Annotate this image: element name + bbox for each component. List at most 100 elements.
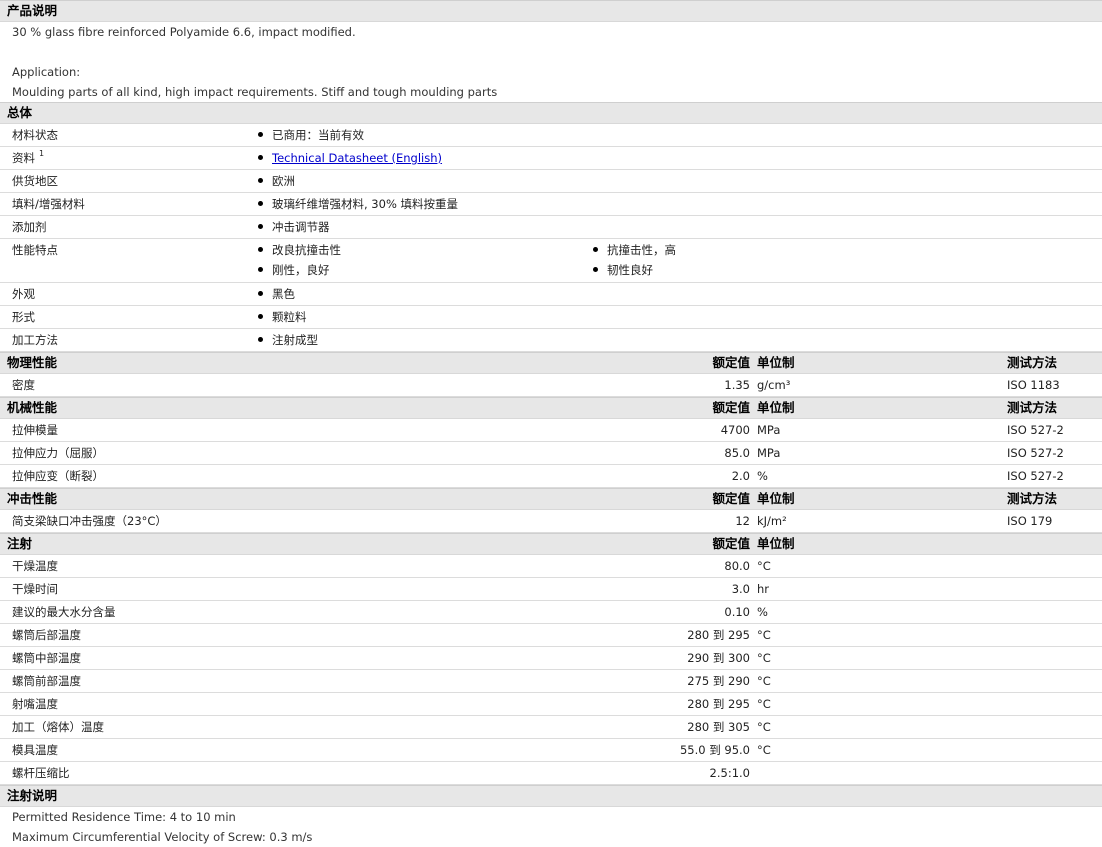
row-value: 1.35: [724, 378, 750, 392]
row-value: 275 到 290: [687, 674, 750, 688]
row-label: 性能特点: [12, 243, 58, 257]
row-unit: hr: [757, 582, 770, 596]
row-label: 拉伸应力（屈服）: [12, 446, 104, 460]
row-label: 材料状态: [12, 128, 58, 142]
row-value: 280 到 305: [687, 720, 750, 734]
table-row: 密度 1.35 g/cm³ ISO 1183: [0, 374, 1102, 397]
row-method: ISO 527-2: [1007, 446, 1064, 460]
row-label: 螺筒前部温度: [12, 674, 81, 688]
row-label: 模具温度: [12, 743, 58, 757]
row-value: 冲击调节器: [272, 220, 330, 234]
row-value: 欧洲: [272, 174, 295, 188]
row-unit: °C: [757, 697, 771, 711]
note-line: Maximum Circumferential Velocity of Scre…: [12, 830, 313, 844]
bullet-icon: [258, 224, 263, 229]
section-title: 冲击性能: [7, 491, 58, 506]
table-row: 射嘴温度 280 到 295 °C: [0, 693, 1102, 716]
row-value: 黑色: [272, 287, 295, 301]
row-value: 12: [735, 514, 750, 528]
row-unit: g/cm³: [757, 378, 791, 392]
section-header-physical: 物理性能 额定值 单位制 测试方法: [0, 352, 1102, 374]
col-header-unit: 单位制: [757, 355, 795, 370]
col-header-value: 额定值: [712, 355, 750, 370]
application-text: Moulding parts of all kind, high impact …: [12, 85, 498, 99]
row-unit: °C: [757, 743, 771, 757]
col-header-method: 测试方法: [1007, 491, 1058, 506]
bullet-icon: [258, 155, 263, 160]
col-header-unit: 单位制: [757, 400, 795, 415]
table-row: 干燥温度 80.0 °C: [0, 555, 1102, 578]
row-label: 外观: [12, 287, 35, 301]
section-header-impact: 冲击性能 额定值 单位制 测试方法: [0, 488, 1102, 510]
row-label: 干燥温度: [12, 559, 58, 573]
table-row: 拉伸应变（断裂） 2.0 % ISO 527-2: [0, 465, 1102, 488]
row-unit: °C: [757, 674, 771, 688]
table-row: 供货地区 欧洲: [0, 170, 1102, 193]
bullet-icon: [258, 178, 263, 183]
table-row: 加工方法 注射成型: [0, 329, 1102, 352]
bullet-icon: [593, 247, 598, 252]
bullet-icon: [258, 291, 263, 296]
col-header-method: 测试方法: [1007, 400, 1058, 415]
row-unit: %: [757, 469, 768, 483]
table-row: 填料/增强材料 玻璃纤维增强材料, 30% 填料按重量: [0, 193, 1102, 216]
row-label: 资料: [12, 151, 35, 165]
row-unit: kJ/m²: [757, 514, 787, 528]
row-label: 拉伸模量: [12, 423, 58, 437]
product-description: 30 % glass fibre reinforced Polyamide 6.…: [0, 22, 1102, 102]
col-header-method: 测试方法: [1007, 355, 1058, 370]
row-value: 韧性良好: [607, 263, 653, 277]
row-value: 颗粒料: [272, 310, 307, 324]
row-label: 供货地区: [12, 174, 58, 188]
table-row: 螺杆压缩比 2.5:1.0: [0, 762, 1102, 785]
row-label: 建议的最大水分含量: [12, 605, 116, 619]
bullet-icon: [258, 247, 263, 252]
table-row: 材料状态 已商用：当前有效: [0, 124, 1102, 147]
table-row: 螺筒中部温度 290 到 300 °C: [0, 647, 1102, 670]
row-unit: MPa: [757, 423, 781, 437]
table-row: 螺筒前部温度 275 到 290 °C: [0, 670, 1102, 693]
row-label: 加工（熔体）温度: [12, 720, 104, 734]
row-label: 螺杆压缩比: [12, 766, 70, 780]
row-value: 85.0: [724, 446, 750, 460]
bullet-icon: [258, 267, 263, 272]
row-label: 螺筒中部温度: [12, 651, 81, 665]
table-row: 加工（熔体）温度 280 到 305 °C: [0, 716, 1102, 739]
row-label: 简支梁缺口冲击强度（23°C）: [12, 514, 167, 528]
section-title: 注射说明: [7, 788, 58, 803]
section-title: 注射: [7, 536, 33, 551]
section-title: 机械性能: [7, 400, 58, 415]
row-value: 280 到 295: [687, 697, 750, 711]
table-row: 拉伸应力（屈服） 85.0 MPa ISO 527-2: [0, 442, 1102, 465]
section-title: 物理性能: [7, 355, 58, 370]
desc-line: 30 % glass fibre reinforced Polyamide 6.…: [12, 25, 356, 39]
row-method: ISO 527-2: [1007, 423, 1064, 437]
row-value: 80.0: [724, 559, 750, 573]
row-value: 0.10: [724, 605, 750, 619]
row-value: 已商用：当前有效: [272, 128, 364, 142]
table-row: 性能特点 改良抗撞击性 抗撞击性，高 刚性，良好 韧性良好: [0, 239, 1102, 283]
bullet-icon: [593, 267, 598, 272]
datasheet-link[interactable]: Technical Datasheet (English): [272, 151, 442, 165]
datasheet: 产品说明 30 % glass fibre reinforced Polyami…: [0, 0, 1102, 847]
col-header-value: 额定值: [712, 536, 750, 551]
section-header-product-desc: 产品说明: [0, 0, 1102, 22]
row-label: 螺筒后部温度: [12, 628, 81, 642]
row-value: 玻璃纤维增强材料, 30% 填料按重量: [272, 197, 459, 211]
table-row: 干燥时间 3.0 hr: [0, 578, 1102, 601]
table-row: 资料 1 Technical Datasheet (English): [0, 147, 1102, 170]
row-value: 4700: [720, 423, 750, 437]
bullet-icon: [258, 337, 263, 342]
row-unit: °C: [757, 559, 771, 573]
row-value: 抗撞击性，高: [607, 243, 676, 257]
row-unit: MPa: [757, 446, 781, 460]
bullet-icon: [258, 314, 263, 319]
section-title: 产品说明: [7, 3, 58, 18]
row-value: 2.0: [731, 469, 750, 483]
row-unit: %: [757, 605, 768, 619]
table-row: 形式 颗粒料: [0, 306, 1102, 329]
table-row: 模具温度 55.0 到 95.0 °C: [0, 739, 1102, 762]
table-row: 螺筒后部温度 280 到 295 °C: [0, 624, 1102, 647]
footnote-marker: 1: [39, 149, 45, 158]
section-header-mechanical: 机械性能 额定值 单位制 测试方法: [0, 397, 1102, 419]
